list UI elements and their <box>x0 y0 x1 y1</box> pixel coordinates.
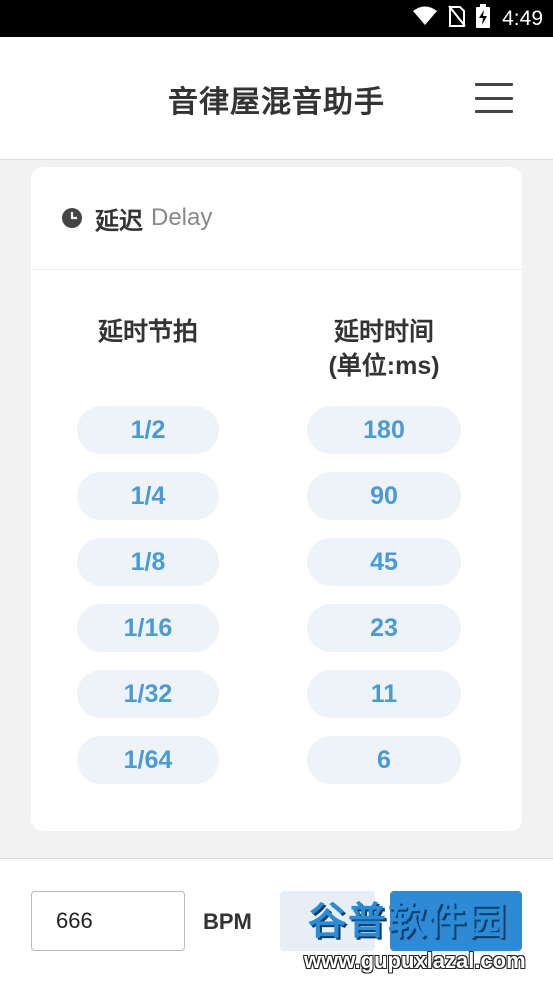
time-value: 45 <box>307 538 461 586</box>
wifi-icon <box>412 5 438 32</box>
status-icons: 4:49 <box>412 0 543 37</box>
status-time: 4:49 <box>502 6 543 30</box>
time-value: 6 <box>307 736 461 784</box>
column-header-beat: 延时节拍 <box>97 318 198 346</box>
beat-value: 1/16 <box>77 604 219 652</box>
beat-value: 1/8 <box>77 538 219 586</box>
hamburger-menu-icon[interactable] <box>475 83 513 113</box>
time-value: 23 <box>307 604 461 652</box>
app-title: 音律屋混音助手 <box>168 86 385 119</box>
time-value: 90 <box>307 472 461 520</box>
column-header-time: 延时时间 (单位:ms) <box>307 315 461 383</box>
bpm-label: BPM <box>203 909 252 934</box>
column-header-time-line2: (单位:ms) <box>328 352 440 380</box>
card-title: 延迟 <box>95 207 143 235</box>
column-header-time-line1: 延时时间 <box>333 318 434 346</box>
card-subtitle: Delay <box>151 204 213 231</box>
beat-value: 1/4 <box>77 472 219 520</box>
watermark-url: www.gupuxlazal.com <box>304 948 526 973</box>
no-sim-icon <box>448 4 466 33</box>
watermark-title: 谷普软件园 <box>308 901 509 943</box>
time-value: 11 <box>307 670 461 718</box>
battery-charging-icon <box>476 4 491 33</box>
app-bar: 音律屋混音助手 <box>0 37 553 160</box>
beat-value: 1/2 <box>77 406 219 454</box>
beat-value: 1/32 <box>77 670 219 718</box>
card-header: 延迟 Delay <box>31 167 522 270</box>
watermark: 谷普软件园 www.gupuxlazal.com <box>300 884 553 983</box>
clock-icon <box>61 207 83 229</box>
bpm-input[interactable] <box>31 891 185 951</box>
status-bar: 4:49 <box>0 0 553 37</box>
delay-card: 延迟 Delay 延时节拍 延时时间 (单位:ms) 1/2 180 1/4 9… <box>31 167 522 831</box>
time-value: 180 <box>307 406 461 454</box>
beat-value: 1/64 <box>77 736 219 784</box>
